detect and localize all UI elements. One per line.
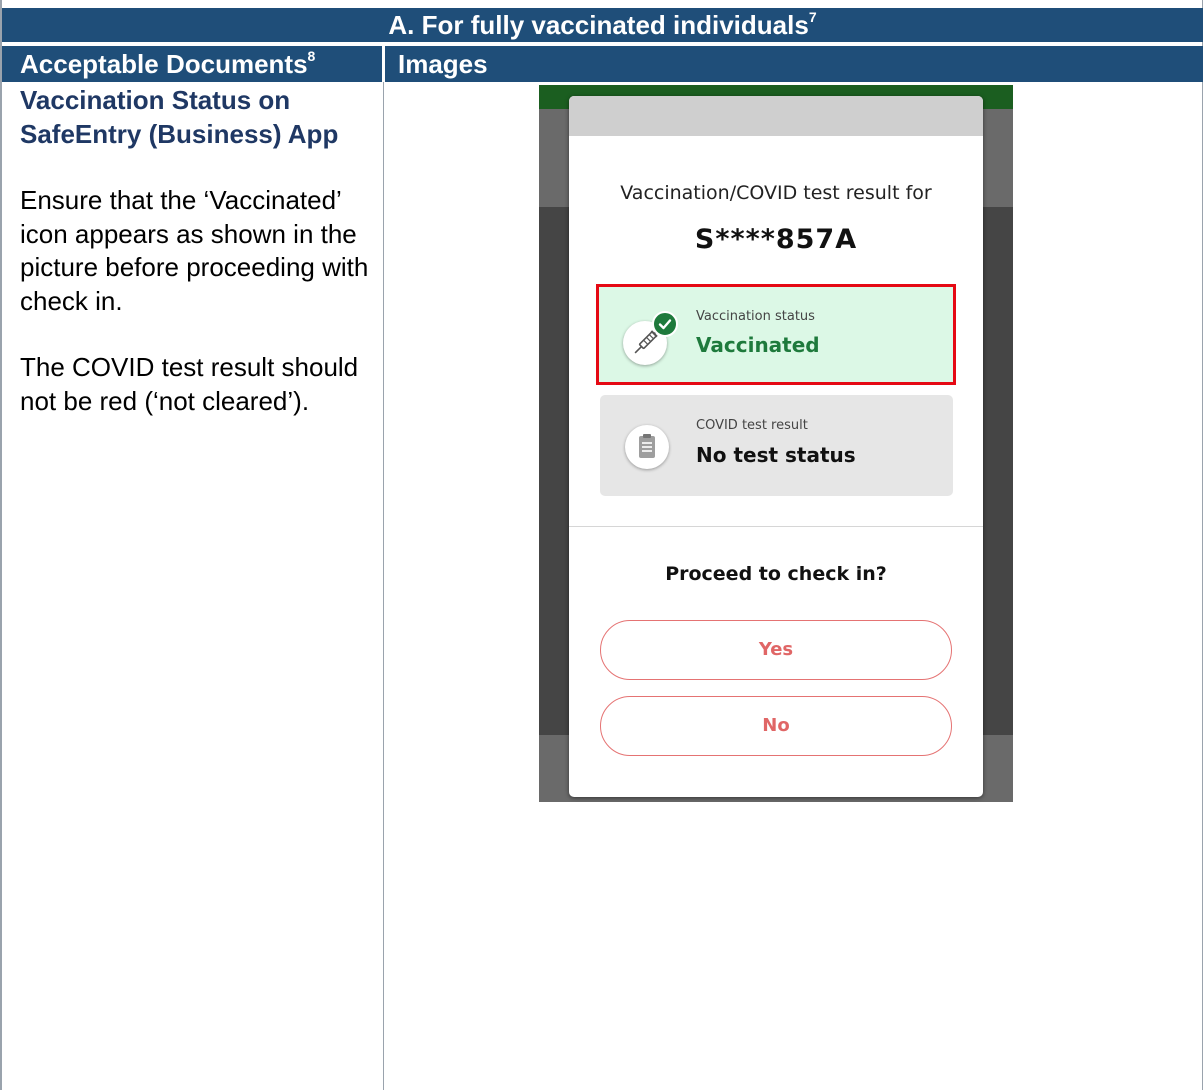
masked-id-number: S****857A <box>694 224 858 255</box>
header-images: Images <box>398 49 488 79</box>
title-footnote: 7 <box>808 9 817 25</box>
clipboard-icon <box>625 425 669 469</box>
instruction-paragraph-1: Ensure that the ‘Vaccinated’ icon appear… <box>20 185 369 316</box>
covid-test-card: COVID test result No test status <box>600 395 953 496</box>
table-header-row: Acceptable Documents8 Images <box>2 46 1203 82</box>
table-title-row: A. For fully vaccinated individuals7 <box>2 8 1203 42</box>
vaccination-status-label: Vaccination status <box>696 309 815 324</box>
check-icon <box>652 311 678 337</box>
table-title: A. For fully vaccinated individuals <box>388 10 809 40</box>
check-in-question: Proceed to check in? <box>665 563 887 585</box>
column-divider <box>383 82 384 1090</box>
dialog-divider <box>569 526 983 527</box>
result-for-label: Vaccination/COVID test result for <box>620 182 932 204</box>
dialog-top-bar <box>569 96 983 136</box>
vaccination-status-card: Vaccination status Vaccinated <box>596 284 956 385</box>
instruction-paragraph-2: The COVID test result should not be red … <box>20 352 359 416</box>
app-screenshot: Vaccination/COVID test result for S****8… <box>539 85 1013 802</box>
vaccination-status-value: Vaccinated <box>696 333 820 357</box>
covid-test-label: COVID test result <box>696 418 808 433</box>
header-acceptable-documents-label: Acceptable Documents <box>20 49 308 79</box>
acceptable-documents-cell: Vaccination Status on SafeEntry (Busines… <box>20 84 370 451</box>
yes-button[interactable]: Yes <box>600 620 952 680</box>
header-divider <box>382 46 385 82</box>
result-dialog: Vaccination/COVID test result for S****8… <box>569 96 983 797</box>
document-heading: Vaccination Status on SafeEntry (Busines… <box>20 85 339 149</box>
header-acceptable-documents: Acceptable Documents8 <box>20 46 315 82</box>
covid-test-value: No test status <box>696 443 856 467</box>
document-page: A. For fully vaccinated individuals7 Acc… <box>0 0 1203 1090</box>
no-button[interactable]: No <box>600 696 952 756</box>
header-footnote: 8 <box>307 48 316 64</box>
